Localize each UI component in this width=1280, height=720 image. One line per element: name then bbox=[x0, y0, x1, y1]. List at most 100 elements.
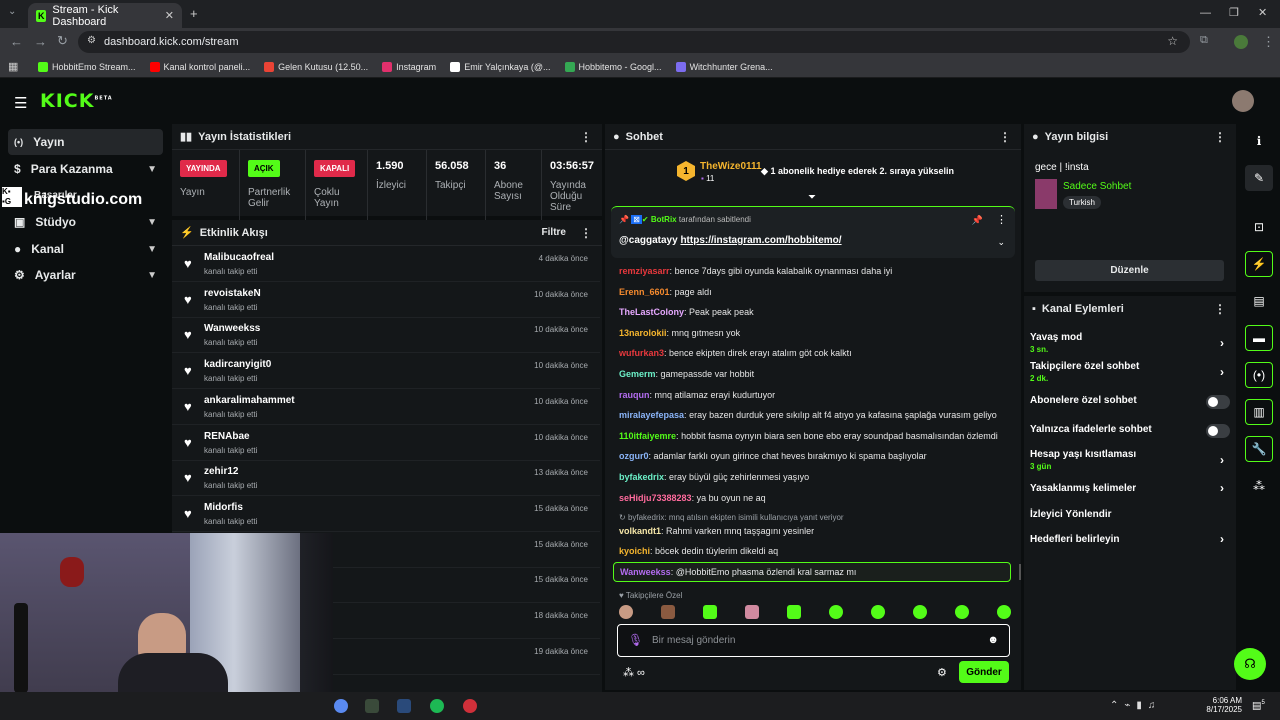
action-raid[interactable]: İzleyici Yönlendir bbox=[1030, 509, 1230, 520]
chat-message[interactable]: rauqun: mnq atilamaz erayi kudurtuyor bbox=[619, 390, 775, 400]
activity-row[interactable]: ♥ revoistakeN kanalı takip etti 10 dakika ö… bbox=[172, 282, 600, 318]
action-set-goals[interactable]: Hedefleri belirleyin › bbox=[1030, 532, 1230, 546]
app-taskbar-icon[interactable] bbox=[463, 699, 477, 713]
bookmark-item[interactable]: Witchhunter Grena... bbox=[675, 61, 773, 72]
category-name[interactable]: Sadece Sohbet bbox=[1063, 181, 1131, 192]
emote-icon[interactable] bbox=[661, 605, 675, 619]
action-account-age[interactable]: Hesap yaşı kısıtlaması 3 gün › bbox=[1030, 449, 1230, 471]
user-avatar[interactable] bbox=[1232, 90, 1254, 112]
chat-username[interactable]: kyoichi bbox=[619, 546, 650, 556]
dots-icon[interactable]: ⁂ bbox=[1245, 473, 1273, 499]
sidebar-item-kanal[interactable]: ● Kanal ▼ bbox=[8, 236, 163, 262]
apps-grid-icon[interactable]: ▦ bbox=[8, 60, 18, 73]
sidebar-item-yayin[interactable]: (•) Yayın bbox=[8, 129, 163, 155]
activity-row[interactable]: ♥ ankaralimahammet kanalı takip etti 10 dak… bbox=[172, 389, 600, 425]
chat-username[interactable]: 110itfaiyemre bbox=[619, 431, 676, 441]
pinned-link[interactable]: https://instagram.com/hobbitemo/ bbox=[680, 235, 841, 246]
edit-button[interactable]: Düzenle bbox=[1035, 260, 1224, 281]
chat-username[interactable]: byfakedrix bbox=[619, 472, 664, 482]
reload-icon[interactable]: ↻ bbox=[57, 33, 68, 49]
activity-row[interactable]: ♥ kadircanyigit0 kanalı takip etti 10 dakik… bbox=[172, 353, 600, 390]
bookmark-star-icon[interactable]: ☆ bbox=[1167, 34, 1178, 48]
emoji-icon[interactable]: ☻ bbox=[987, 634, 999, 646]
bookmark-item[interactable]: Emir Yalçınkaya (@... bbox=[450, 61, 551, 72]
bookmark-item[interactable]: Hobbitemo - Googl... bbox=[564, 61, 662, 72]
chrome-taskbar-icon[interactable] bbox=[334, 699, 348, 713]
broadcast-icon[interactable]: (•) bbox=[1245, 362, 1273, 388]
chat-message[interactable]: kyoichi: böcek dedin tüylerim dikeldi aq bbox=[619, 546, 778, 556]
chat-message[interactable]: byfakedrix: eray büyül güç zehirlenmesi … bbox=[619, 472, 809, 482]
chevron-down-icon[interactable]: ⌄ bbox=[997, 237, 1005, 248]
chat-message[interactable]: Erenn_6601: page aldı bbox=[619, 287, 712, 297]
unpin-icon[interactable]: 📌 bbox=[972, 215, 983, 226]
kebab-menu-icon[interactable]: ⋮ bbox=[996, 213, 1007, 226]
document-icon[interactable]: ▤ bbox=[1245, 288, 1273, 314]
restore-icon[interactable]: ❐ bbox=[1229, 6, 1239, 19]
chat-username[interactable]: miralayefepasa bbox=[619, 410, 684, 420]
kebab-menu-icon[interactable]: ⋮ bbox=[580, 226, 592, 240]
system-tray-icons[interactable]: ⌃⌁▮♫ bbox=[1110, 700, 1161, 711]
info-icon[interactable]: ℹ bbox=[1245, 128, 1273, 154]
browser-tab[interactable]: K Stream - Kick Dashboard ✕ bbox=[28, 3, 182, 28]
activity-row[interactable]: ♥ zehir12 kanalı takip etti 13 dakika önce bbox=[172, 460, 600, 497]
layout-icon[interactable]: ▥ bbox=[1245, 399, 1273, 425]
chat-username[interactable]: wufurkan3 bbox=[619, 348, 664, 358]
chat-message[interactable]: seHidju73388283: ya bu oyun ne aq bbox=[619, 493, 766, 503]
hamburger-menu-icon[interactable]: ☰ bbox=[14, 94, 27, 112]
url-input[interactable]: ⚙ dashboard.kick.com/stream ☆ bbox=[78, 31, 1190, 53]
emote-icon[interactable] bbox=[703, 605, 717, 619]
chat-message[interactable]: remziyasarr: bence 7days gibi oyunda kal… bbox=[619, 266, 892, 276]
sidebar-item-ayarlar[interactable]: ⚙ Ayarlar ▼ bbox=[8, 262, 163, 288]
microphone-icon[interactable]: 🎙 bbox=[628, 633, 643, 647]
chat-username[interactable]: ozgur0 bbox=[619, 451, 649, 461]
back-icon[interactable]: ← bbox=[10, 34, 23, 49]
chat-username[interactable]: 13narolokii bbox=[619, 328, 667, 338]
chat-message[interactable]: TheLastColony: Peak peak peak bbox=[619, 307, 754, 317]
emote-icon[interactable] bbox=[619, 605, 633, 619]
infinity-icon[interactable]: ⁂ ∞ bbox=[623, 666, 645, 679]
emote-icon[interactable] bbox=[913, 605, 927, 619]
sidebar-item-para-kazanma[interactable]: $ Para Kazanma ▼ bbox=[8, 156, 163, 182]
clock[interactable]: 6:06 AM 8/17/2025 bbox=[1204, 696, 1242, 714]
action-slow-mode[interactable]: Yavaş mod 3 sn. › bbox=[1030, 332, 1230, 354]
bookmark-item[interactable]: HobbitEmo Stream... bbox=[38, 61, 136, 72]
minimize-icon[interactable]: — bbox=[1200, 7, 1211, 19]
chat-message[interactable]: 110itfaiyemre: hobbit fasma oynyın biara… bbox=[619, 431, 998, 441]
activity-row[interactable]: ♥ Wanweekss kanalı takip etti 10 dakika önc… bbox=[172, 317, 600, 354]
emote-icon[interactable] bbox=[997, 605, 1011, 619]
send-button[interactable]: Gönder bbox=[959, 661, 1009, 683]
emote-icon[interactable] bbox=[871, 605, 885, 619]
kick-logo[interactable]: KICKBETA bbox=[40, 90, 113, 112]
chat-settings-icon[interactable]: ⚙ bbox=[937, 666, 947, 679]
wrench-icon[interactable]: 🔧 bbox=[1245, 436, 1273, 462]
close-tab-icon[interactable]: ✕ bbox=[165, 9, 174, 22]
forward-icon[interactable]: → bbox=[34, 34, 47, 49]
notification-icon[interactable]: ▤5 bbox=[1252, 700, 1265, 711]
emote-icon[interactable] bbox=[829, 605, 843, 619]
kebab-menu-icon[interactable]: ⋮ bbox=[1214, 130, 1226, 144]
browser-menu-icon[interactable]: ⋮ bbox=[1262, 34, 1275, 50]
window-close-icon[interactable]: ✕ bbox=[1258, 6, 1267, 19]
site-info-icon[interactable]: ⚙ bbox=[87, 35, 96, 46]
chat-message[interactable]: 13narolokii: mnq gıtmesn yok bbox=[619, 328, 740, 338]
chat-message[interactable]: ozgur0: adamlar farklı oyun girince chat… bbox=[619, 451, 927, 461]
emote-icon[interactable] bbox=[955, 605, 969, 619]
xbox-taskbar-icon[interactable] bbox=[365, 699, 379, 713]
steam-taskbar-icon[interactable] bbox=[397, 699, 411, 713]
subscribers-only-toggle[interactable] bbox=[1206, 395, 1230, 409]
edit-icon[interactable]: ✎ bbox=[1245, 165, 1273, 191]
new-tab-icon[interactable]: + bbox=[190, 6, 198, 21]
sidebar-item-studyo[interactable]: ▣ Stüdyo ▼ bbox=[8, 209, 163, 235]
emote-icon[interactable] bbox=[745, 605, 759, 619]
chat-username[interactable]: Gemerm bbox=[619, 369, 656, 379]
kebab-menu-icon[interactable]: ⋮ bbox=[999, 130, 1011, 144]
chat-message[interactable]: Gemerm: gamepassde var hobbit bbox=[619, 369, 754, 379]
profile-icon[interactable] bbox=[1234, 35, 1248, 49]
activity-row[interactable]: ♥ Midorfis kanalı takip etti 15 dakika önce bbox=[172, 496, 600, 532]
chat-scrollbar[interactable] bbox=[1019, 564, 1021, 580]
chat-message[interactable]: volkandt1: Rahmi varken mnq taşşagını ye… bbox=[619, 526, 814, 536]
chat-icon[interactable]: ▬ bbox=[1245, 325, 1273, 351]
help-chat-icon[interactable]: ☊ bbox=[1234, 648, 1266, 680]
chat-message[interactable]: miralayefepasa: eray bazen durduk yere s… bbox=[619, 410, 997, 420]
filter-button[interactable]: Filtre bbox=[542, 227, 566, 238]
